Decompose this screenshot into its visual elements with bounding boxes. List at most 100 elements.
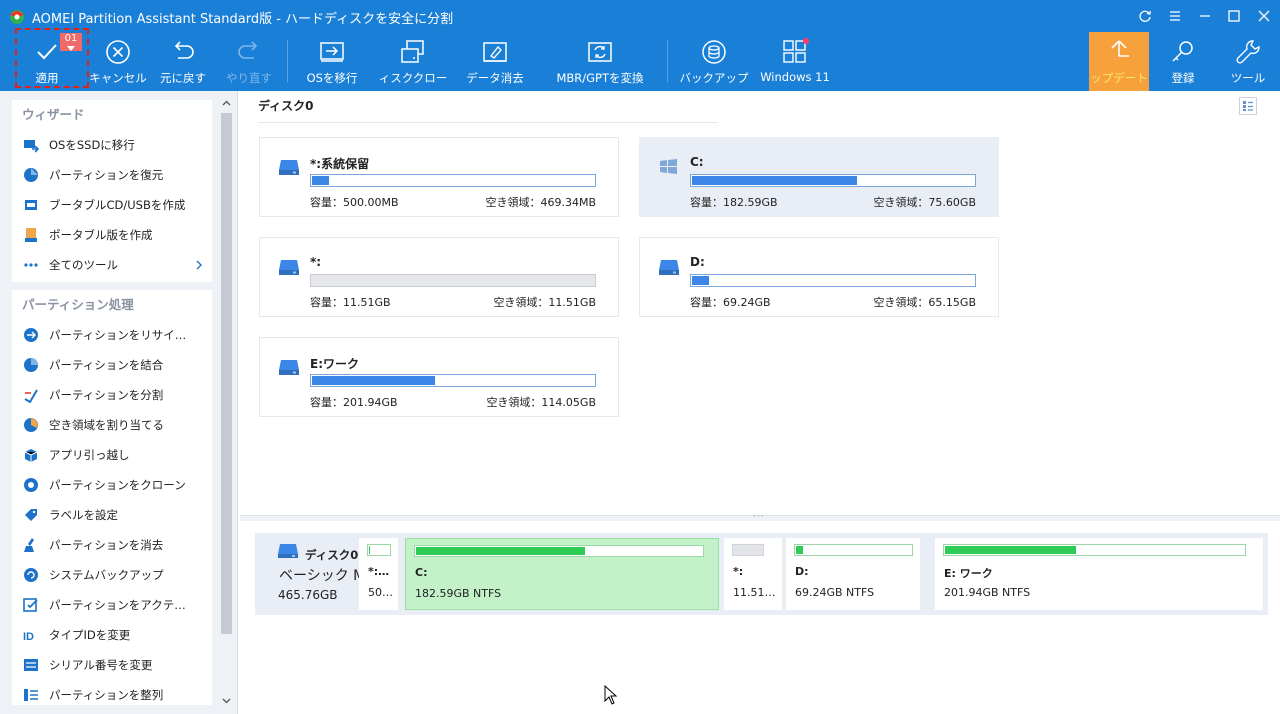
partition-op-item[interactable]: 空き領域を割り当てる (12, 410, 212, 440)
mbr-gpt-label: MBR/GPTを変換 (556, 71, 644, 85)
partition-op-item-label: パーティションを分割 (49, 388, 164, 402)
apply-badge-count: 01 (64, 33, 78, 44)
disk-map-partition[interactable]: C: 182.59GB NTFS (405, 538, 719, 610)
map-usage-bar-fill (796, 546, 803, 554)
partition-op-item[interactable]: パーティションをクローン (12, 470, 212, 500)
wizard-item[interactable]: OSをSSDに移行 (12, 130, 212, 160)
windows11-button[interactable]: Windows 11 (760, 32, 830, 91)
close-icon (1258, 10, 1270, 22)
migrate-os-button[interactable]: OSを移行 (300, 32, 364, 91)
partition-op-item-label: アプリ引っ越し (49, 448, 130, 462)
partition-op-item-label: シリアル番号を変更 (49, 658, 153, 672)
partition-op-item[interactable]: パーティションを整列 (12, 680, 212, 710)
upgrade-icon (1111, 40, 1129, 57)
undo-icon (174, 41, 194, 59)
wizard-item[interactable]: ブータブルCD/USBを作成 (12, 190, 212, 220)
partition-op-item-label: システムバックアップ (49, 568, 164, 582)
disk-clone-button[interactable]: ィスククロー (377, 32, 449, 91)
partition-card[interactable]: *: 容量：11.51GB 空き領域：11.51GB (259, 237, 619, 317)
wizard-item-label: 全てのツール (49, 258, 118, 272)
disk-map[interactable]: ディスク0 ベーシック MBR 465.76GB *:… 50… C: 182.59G… (255, 533, 1268, 615)
disk-title: ディスク0 (258, 99, 314, 113)
tools-label: ツール (1230, 71, 1266, 85)
partition-op-item[interactable]: システムバックアップ (12, 560, 212, 590)
partition-capacity: 容量：201.94GB (310, 396, 398, 409)
bootable-media-icon (25, 200, 37, 210)
partition-card[interactable]: E:ワーク 容量：201.94GB 空き領域：114.05GB (259, 337, 619, 417)
refresh-button[interactable] (1131, 4, 1159, 28)
pane-splitter[interactable]: ··· (240, 512, 1280, 522)
scroll-down-icon[interactable] (222, 696, 231, 705)
title-bar: AOMEI Partition Assistant Standard版 - ハー… (0, 0, 1280, 32)
sidebar-scrollbar[interactable] (219, 91, 234, 714)
disk-map-partition[interactable]: *: 11.51… (724, 538, 782, 610)
wizard-item-label: パーティションを復元 (49, 168, 164, 182)
wizard-item[interactable]: ポータブル版を作成 (12, 220, 212, 250)
upgrade-button[interactable]: ップデート (1089, 32, 1149, 91)
disk-title-divider (258, 122, 718, 123)
minimize-button[interactable] (1191, 4, 1219, 28)
map-partition-name: E: ワーク (944, 567, 993, 580)
undo-button[interactable]: 元に戻す (155, 32, 211, 91)
partition-name: C: (690, 155, 704, 169)
partition-op-item-label: 空き領域を割り当てる (49, 418, 164, 432)
map-partition-name: C: (415, 566, 428, 579)
partition-op-item[interactable]: ラベルを設定 (12, 500, 212, 530)
register-button[interactable]: 登録 (1153, 32, 1213, 91)
partition-op-item[interactable]: アプリ引っ越し (12, 440, 212, 470)
partition-card[interactable]: C: 容量：182.59GB 空き領域：75.60GB (639, 137, 999, 217)
partition-op-item-label: パーティションをリサイ… (49, 328, 187, 342)
partition-op-item[interactable]: ID タイプIDを変更 (12, 620, 212, 650)
partition-op-item-label: タイプIDを変更 (49, 628, 131, 642)
map-usage-bar (414, 545, 704, 557)
partition-op-item[interactable]: パーティションを分割 (12, 380, 212, 410)
map-usage-bar-fill (416, 547, 585, 555)
badge-caret-icon (67, 46, 75, 51)
partition-op-item-label: パーティションを消去 (49, 538, 164, 552)
map-partition-info: 11.51… (733, 586, 776, 599)
map-usage-bar (367, 544, 391, 556)
view-toggle-icon[interactable] (1239, 97, 1257, 115)
window-title: AOMEI Partition Assistant Standard版 - ハー… (32, 12, 454, 27)
drive-icon (659, 260, 679, 275)
close-button[interactable] (1250, 4, 1278, 28)
windows-icon (660, 159, 677, 174)
restore-icon (24, 168, 38, 182)
wizard-item[interactable]: パーティションを復元 (12, 160, 212, 190)
disk-map-partition[interactable]: *:… 50… (359, 538, 398, 610)
map-partition-info: 182.59GB NTFS (415, 587, 502, 600)
partition-op-item[interactable]: パーティションをアクテ… (12, 590, 212, 620)
drive-icon (279, 160, 299, 175)
wizard-item[interactable]: 全てのツール (12, 250, 212, 280)
wrench-icon (1236, 40, 1260, 64)
partition-op-item[interactable]: パーティションを消去 (12, 530, 212, 560)
sidebar-scroll-thumb[interactable] (221, 113, 232, 634)
map-partition-info: 201.94GB NTFS (944, 586, 1031, 599)
partition-card[interactable]: D: 容量：69.24GB 空き領域：65.15GB (639, 237, 999, 317)
toolbar: 適用 キャンセル 元に戻す やり直す OSを移行 ィスククロー データ消去 MB… (0, 32, 1280, 91)
map-partition-info: 69.24GB NTFS (795, 586, 875, 599)
maximize-button[interactable] (1220, 4, 1248, 28)
partition-op-item[interactable]: パーティションを結合 (12, 350, 212, 380)
main-area: ディスク0 *:系統保留 容量：500.00MB 空き領域：469.34MB C: 容量… (240, 91, 1280, 714)
scroll-up-icon[interactable] (222, 99, 231, 108)
disk-map-partition[interactable]: E: ワーク 201.94GB NTFS (935, 538, 1263, 610)
disk-clone-label: ィスククロー (378, 71, 448, 85)
usage-bar-fill (312, 176, 329, 185)
tools-button[interactable]: ツール (1221, 32, 1275, 91)
partition-op-item-label: ラベルを設定 (49, 508, 118, 522)
cancel-label: キャンセル (89, 71, 147, 85)
cancel-button[interactable]: キャンセル (86, 32, 150, 91)
redo-button[interactable]: やり直す (222, 32, 276, 91)
map-usage-bar (794, 544, 913, 556)
partition-card[interactable]: *:系統保留 容量：500.00MB 空き領域：469.34MB (259, 137, 619, 217)
data-wipe-button[interactable]: データ消去 (460, 32, 530, 91)
map-usage-bar (943, 544, 1246, 556)
backup-button[interactable]: バックアップ (676, 32, 752, 91)
menu-button[interactable] (1161, 4, 1189, 28)
partition-op-item[interactable]: シリアル番号を変更 (12, 650, 212, 680)
maximize-icon (1228, 10, 1240, 22)
disk-map-partition[interactable]: D: 69.24GB NTFS (786, 538, 920, 610)
mbr-gpt-button[interactable]: MBR/GPTを変換 (556, 32, 644, 91)
partition-op-item[interactable]: パーティションをリサイ… (12, 320, 212, 350)
